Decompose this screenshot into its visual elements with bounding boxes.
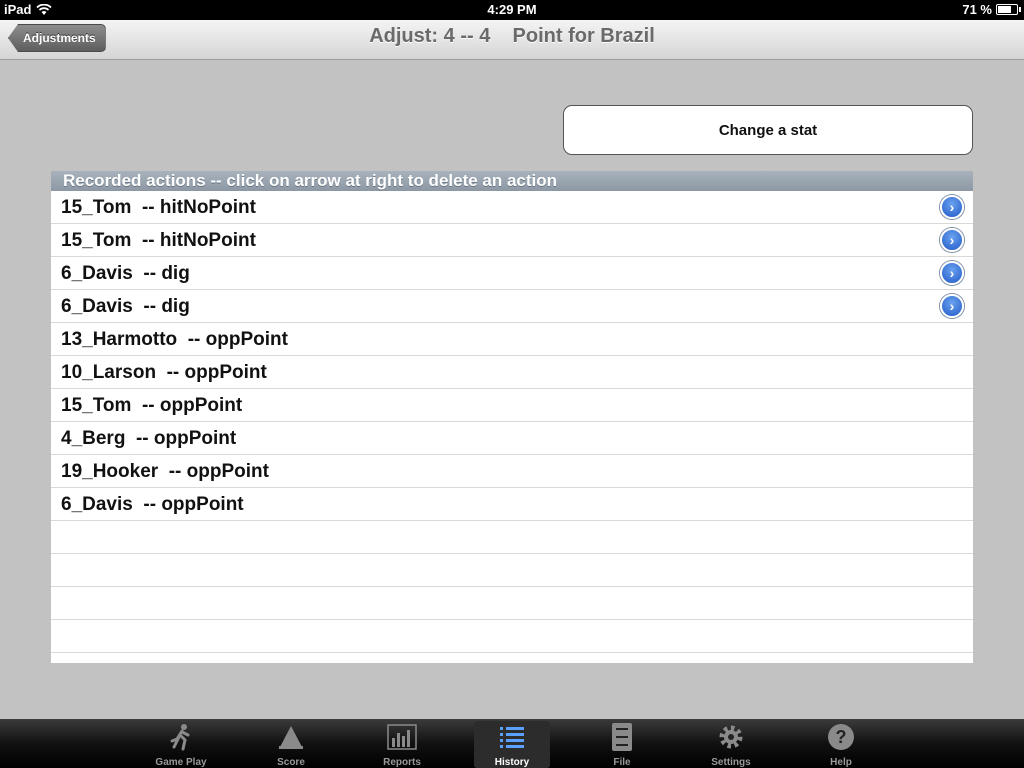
action-label: 15_Tom -- hitNoPoint bbox=[61, 197, 256, 218]
table-row bbox=[51, 521, 973, 554]
table-row bbox=[51, 653, 973, 663]
action-label: 15_Tom -- oppPoint bbox=[61, 395, 243, 416]
table-section-header: Recorded actions -- click on arrow at ri… bbox=[51, 171, 973, 191]
recorded-actions-table: Recorded actions -- click on arrow at ri… bbox=[51, 171, 973, 663]
cone-icon bbox=[253, 721, 329, 753]
change-stat-button[interactable]: Change a stat bbox=[563, 105, 973, 155]
action-label: 19_Hooker -- oppPoint bbox=[61, 461, 269, 482]
tab-reports[interactable]: Reports bbox=[364, 721, 440, 768]
tab-label: Help bbox=[830, 757, 852, 768]
status-bar: iPad 4:29 PM 71 % bbox=[0, 0, 1024, 20]
table-row[interactable]: 6_Davis -- dig › bbox=[51, 290, 973, 323]
table-row[interactable]: 10_Larson -- oppPoint bbox=[51, 356, 973, 389]
table-row[interactable]: 6_Davis -- dig › bbox=[51, 257, 973, 290]
action-label: 13_Harmotto -- oppPoint bbox=[61, 329, 288, 350]
action-label: 15_Tom -- hitNoPoint bbox=[61, 230, 256, 251]
tab-label: Settings bbox=[711, 757, 751, 768]
help-icon: ? bbox=[803, 721, 879, 753]
action-label: 6_Davis -- oppPoint bbox=[61, 494, 244, 515]
file-cabinet-icon bbox=[584, 721, 660, 753]
disclosure-arrow-icon[interactable]: › bbox=[940, 294, 964, 318]
table-rows: 15_Tom -- hitNoPoint › 15_Tom -- hitNoPoin… bbox=[51, 191, 973, 663]
svg-text:?: ? bbox=[836, 727, 847, 747]
table-row[interactable]: 15_Tom -- hitNoPoint › bbox=[51, 191, 973, 224]
battery-fill bbox=[998, 6, 1011, 13]
bar-chart-icon bbox=[364, 721, 440, 753]
tab-label: Score bbox=[277, 757, 305, 768]
disclosure-arrow-icon[interactable]: › bbox=[940, 228, 964, 252]
battery-percent: 71 % bbox=[962, 2, 992, 17]
navigation-bar: Adjustments Adjust: 4 -- 4 Point for Bra… bbox=[0, 20, 1024, 60]
page-title: Adjust: 4 -- 4 Point for Brazil bbox=[369, 25, 655, 47]
tab-help[interactable]: ? Help bbox=[803, 721, 879, 768]
action-label: 10_Larson -- oppPoint bbox=[61, 362, 267, 383]
tab-settings[interactable]: Settings bbox=[693, 721, 769, 768]
table-row bbox=[51, 554, 973, 587]
table-row[interactable]: 13_Harmotto -- oppPoint bbox=[51, 323, 973, 356]
tab-label: Reports bbox=[383, 757, 421, 768]
action-label: 6_Davis -- dig bbox=[61, 296, 190, 317]
table-row[interactable]: 6_Davis -- oppPoint bbox=[51, 488, 973, 521]
disclosure-arrow-icon[interactable]: › bbox=[940, 261, 964, 285]
status-right: 71 % bbox=[962, 2, 1021, 17]
tab-label: Game Play bbox=[155, 757, 207, 768]
disclosure-arrow-icon[interactable]: › bbox=[940, 195, 964, 219]
gear-icon bbox=[693, 721, 769, 753]
list-icon bbox=[474, 721, 550, 753]
tab-file[interactable]: File bbox=[584, 721, 660, 768]
table-row[interactable]: 15_Tom -- hitNoPoint › bbox=[51, 224, 973, 257]
tab-label: History bbox=[494, 757, 530, 768]
table-row[interactable]: 4_Berg -- oppPoint bbox=[51, 422, 973, 455]
tab-score[interactable]: Score bbox=[253, 721, 329, 768]
battery-icon bbox=[996, 4, 1021, 15]
table-row bbox=[51, 587, 973, 620]
table-row[interactable]: 19_Hooker -- oppPoint bbox=[51, 455, 973, 488]
action-label: 6_Davis -- dig bbox=[61, 263, 190, 284]
tab-game-play[interactable]: Game Play bbox=[143, 721, 219, 768]
runner-icon bbox=[143, 721, 219, 753]
action-label: 4_Berg -- oppPoint bbox=[61, 428, 237, 449]
table-row bbox=[51, 620, 973, 653]
tab-history[interactable]: History bbox=[474, 721, 550, 768]
tab-bar: Game Play Score Reports History File Settings… bbox=[0, 719, 1024, 768]
tab-label: File bbox=[613, 757, 631, 768]
table-row[interactable]: 15_Tom -- oppPoint bbox=[51, 389, 973, 422]
status-time: 4:29 PM bbox=[487, 2, 537, 17]
